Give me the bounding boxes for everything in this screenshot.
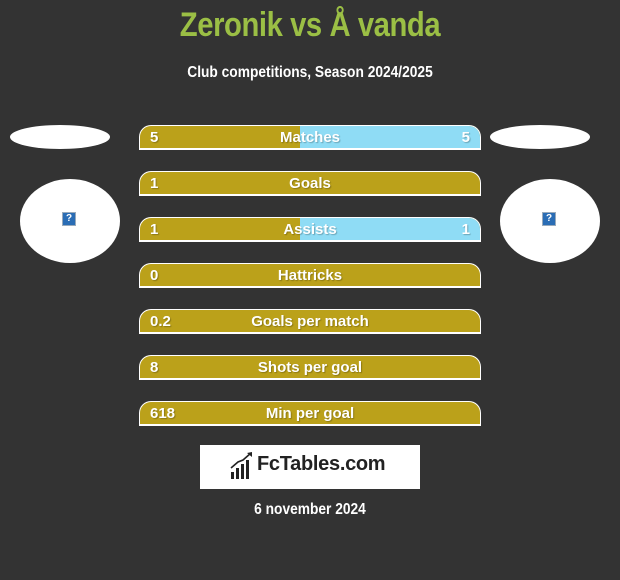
date-label: 6 november 2024 (254, 501, 366, 518)
stat-row: 0 Hattricks (139, 263, 481, 288)
left-team-name-pill (10, 125, 110, 149)
stat-label: Goals (289, 175, 331, 192)
broken-image-icon: ? (62, 212, 76, 226)
stat-row: 8 Shots per goal (139, 355, 481, 380)
brand-name: FcTables.com (257, 453, 386, 475)
left-team-logo[interactable]: ? (20, 179, 120, 263)
stat-label: Shots per goal (257, 359, 363, 376)
bar-chart-icon (230, 452, 252, 479)
stat-label: Matches (279, 129, 341, 146)
stat-row: 1 Goals (139, 171, 481, 196)
right-team-name-pill (490, 125, 590, 149)
page-title: Zeronik vs Å vanda (179, 6, 441, 44)
stat-row: 1 Assists 1 (139, 217, 481, 242)
right-team-logo[interactable]: ? (500, 179, 600, 263)
broken-image-icon: ? (542, 212, 556, 226)
stat-label: Min per goal (265, 405, 355, 422)
competition-subtitle: Club competitions, Season 2024/2025 (187, 64, 433, 81)
stat-row: 618 Min per goal (139, 401, 481, 426)
stat-row: 0.2 Goals per match (139, 309, 481, 334)
right-value: 5 (461, 129, 470, 146)
stat-label: Goals per match (251, 313, 369, 330)
stat-label: Assists (283, 221, 337, 238)
stat-label: Hattricks (277, 267, 343, 284)
fctables-brand-link[interactable]: FcTables.com (200, 445, 420, 489)
right-value: 1 (461, 221, 470, 238)
stat-row: 5 Matches 5 (139, 125, 481, 150)
